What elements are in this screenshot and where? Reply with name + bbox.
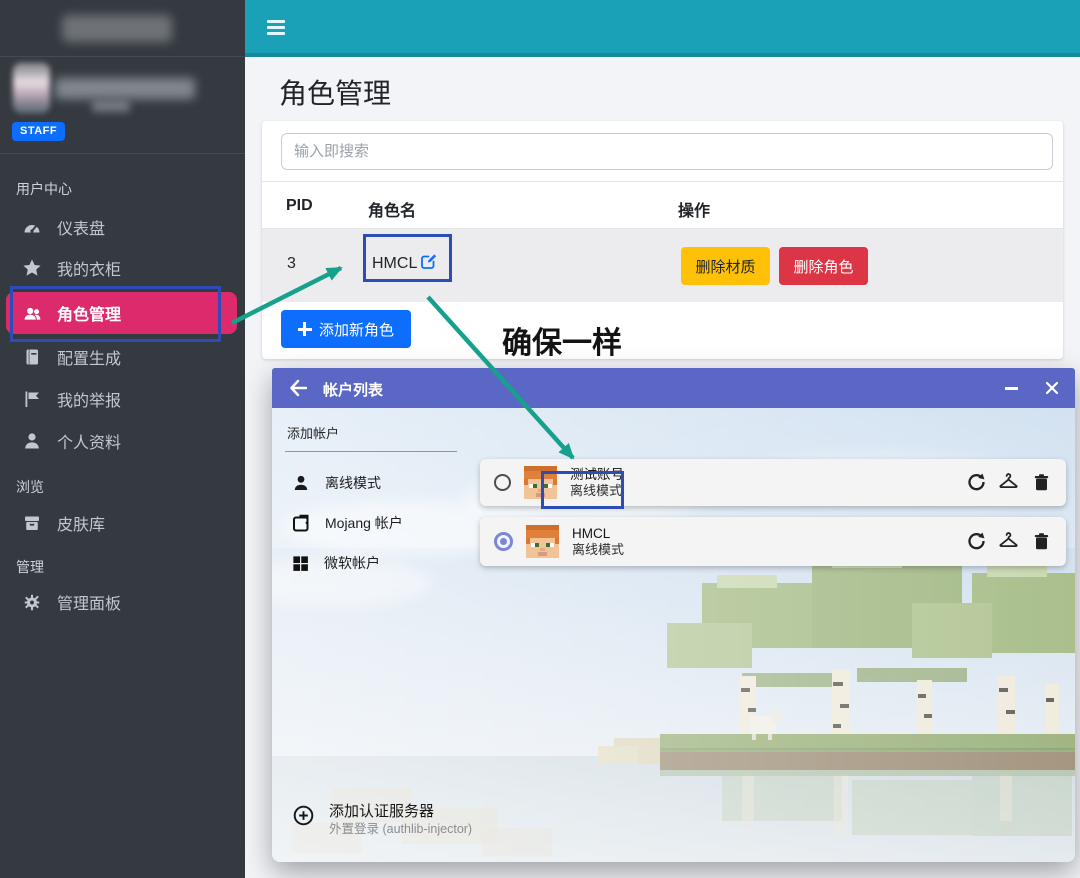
column-header-name: 角色名 (368, 197, 416, 221)
column-header-pid: PID (286, 197, 313, 215)
users-icon (22, 303, 42, 323)
sidebar-item-label: 个人资料 (57, 429, 121, 453)
archive-box-icon (22, 513, 42, 533)
authlib-injector-subtext: 外置登录 (authlib-injector) (329, 821, 472, 838)
account-text: HMCL 离线模式 (572, 525, 624, 558)
account-type-label: 离线模式 (325, 473, 381, 493)
minecraft-avatar (526, 525, 559, 558)
hmcl-account-window: 帐户列表 (272, 368, 1075, 862)
add-account-label: 添加帐户 (287, 423, 339, 442)
account-type-label: Mojang 帐户 (325, 513, 403, 533)
gear-icon (22, 592, 42, 612)
add-player-button[interactable]: 添加新角色 (281, 310, 411, 348)
account-name: HMCL (572, 525, 624, 542)
skin-hanger-icon[interactable] (998, 531, 1019, 552)
sidebar-item-closet[interactable]: 我的衣柜 (0, 248, 245, 288)
user-subtext-blurred (92, 99, 130, 112)
delete-texture-button[interactable]: 删除材质 (681, 247, 770, 285)
divider (262, 181, 1063, 182)
back-arrow-icon[interactable] (288, 378, 310, 398)
sidebar-item-admin-panel[interactable]: 管理面板 (0, 582, 245, 622)
staff-badge: STAFF (12, 122, 65, 141)
account-type-mojang[interactable]: Mojang 帐户 (291, 513, 403, 533)
account-type-label: 微软帐户 (324, 553, 380, 573)
edit-name-icon[interactable] (420, 252, 438, 270)
user-avatar-blurred (13, 63, 50, 113)
account-name: 测试账号 (570, 466, 624, 483)
plus-icon (298, 322, 312, 336)
divider (0, 56, 245, 57)
radio-unselected[interactable] (494, 474, 511, 491)
sidebar-item-label: 我的举报 (57, 387, 121, 411)
mojang-icon (291, 513, 311, 533)
add-auth-server-row[interactable]: 添加认证服务器 外置登录 (authlib-injector) (292, 802, 472, 838)
add-auth-server-text: 添加认证服务器 外置登录 (authlib-injector) (329, 802, 472, 838)
flag-icon (22, 389, 42, 409)
sidebar-item-profile[interactable]: 个人资料 (0, 421, 245, 461)
account-actions (965, 531, 1052, 552)
account-mode: 离线模式 (570, 483, 624, 499)
divider (285, 451, 457, 452)
cell-player-name: HMCL (372, 255, 417, 273)
search-input[interactable] (281, 133, 1053, 170)
delete-player-label: 删除角色 (793, 256, 853, 277)
account-text: 测试账号 离线模式 (570, 466, 624, 499)
sidebar-section-admin: 管理 (16, 557, 44, 577)
minimize-icon[interactable] (1005, 387, 1018, 390)
refresh-icon[interactable] (965, 531, 986, 552)
sidebar-item-label: 配置生成 (57, 345, 121, 369)
delete-texture-label: 删除材质 (695, 256, 755, 277)
account-mode: 离线模式 (572, 542, 624, 558)
sidebar-item-dashboard[interactable]: 仪表盘 (0, 207, 245, 247)
close-icon[interactable] (1045, 381, 1059, 395)
topbar (245, 0, 1080, 57)
brand-logo-blurred[interactable] (62, 15, 172, 42)
sidebar-section-browse: 浏览 (16, 477, 44, 497)
column-header-actions: 操作 (678, 197, 710, 221)
sidebar-item-config-generator[interactable]: 配置生成 (0, 337, 245, 377)
add-auth-server-label: 添加认证服务器 (329, 802, 472, 821)
star-icon (22, 258, 42, 278)
page-title: 角色管理 (279, 72, 391, 112)
account-actions (965, 472, 1052, 493)
radio-selected[interactable] (494, 532, 513, 551)
username-blurred (55, 78, 195, 99)
hamburger-menu-icon[interactable] (267, 20, 285, 38)
sidebar-item-player-management[interactable]: 角色管理 (6, 292, 237, 334)
circle-plus-icon (292, 804, 315, 827)
sidebar-item-label: 角色管理 (57, 301, 121, 325)
window-body: 添加帐户 离线模式 Mojang 帐户 (272, 408, 1075, 862)
account-row-test[interactable]: 测试账号 离线模式 (480, 459, 1066, 506)
sidebar-item-my-reports[interactable]: 我的举报 (0, 379, 245, 419)
delete-trash-icon[interactable] (1031, 531, 1052, 552)
account-row-hmcl[interactable]: HMCL 离线模式 (480, 517, 1066, 566)
skin-hanger-icon[interactable] (998, 472, 1019, 493)
refresh-icon[interactable] (965, 472, 986, 493)
person-icon (291, 473, 311, 493)
sidebar-item-label: 仪表盘 (57, 215, 105, 239)
screen: STAFF 用户中心 仪表盘 我的衣柜 角色管理 (0, 0, 1080, 878)
window-titlebar[interactable]: 帐户列表 (272, 368, 1075, 408)
account-type-microsoft[interactable]: 微软帐户 (291, 553, 380, 573)
window-title: 帐户列表 (323, 379, 383, 400)
account-type-offline[interactable]: 离线模式 (291, 473, 381, 493)
sidebar-item-label: 管理面板 (57, 590, 121, 614)
sidebar-item-skin-library[interactable]: 皮肤库 (0, 503, 245, 543)
book-icon (22, 347, 42, 367)
minecraft-avatar (524, 466, 557, 499)
sidebar-item-label: 皮肤库 (57, 511, 105, 535)
add-player-label: 添加新角色 (319, 319, 394, 340)
annotation-note: 确保一样 (502, 318, 622, 362)
delete-trash-icon[interactable] (1031, 472, 1052, 493)
divider (0, 153, 245, 154)
user-icon (22, 431, 42, 451)
sidebar: STAFF 用户中心 仪表盘 我的衣柜 角色管理 (0, 0, 245, 878)
delete-player-button[interactable]: 删除角色 (779, 247, 868, 285)
sidebar-section-user-center: 用户中心 (16, 179, 72, 199)
windows-icon (291, 554, 310, 573)
gauge-icon (22, 217, 42, 237)
cell-pid: 3 (287, 255, 296, 273)
sidebar-item-label: 我的衣柜 (57, 256, 121, 280)
